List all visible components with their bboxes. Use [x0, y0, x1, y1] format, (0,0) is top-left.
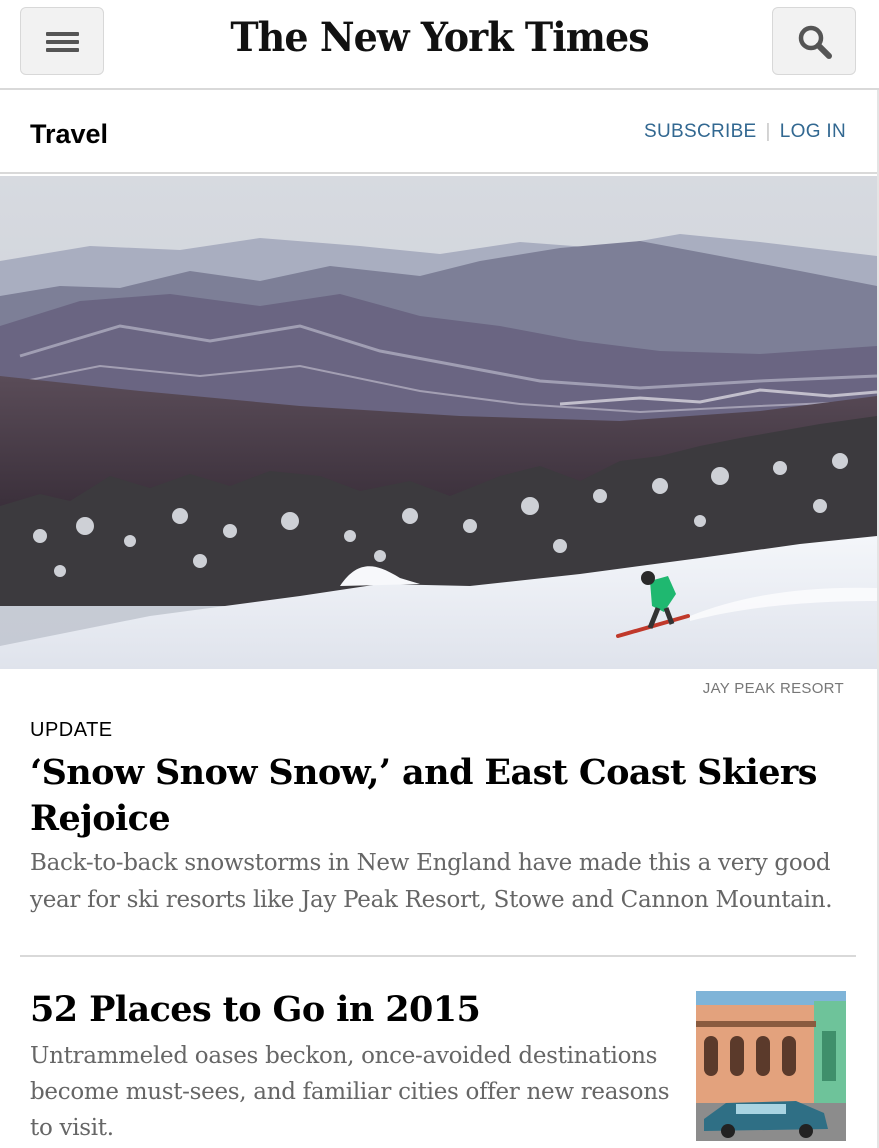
search-button[interactable] [772, 7, 856, 75]
second-story-thumbnail[interactable] [696, 991, 846, 1141]
top-bar: The New York Times [0, 0, 879, 90]
ski-mountain-photo [0, 176, 877, 669]
lead-story-image[interactable] [0, 176, 877, 669]
image-credit: JAY PEAK RESORT [702, 680, 844, 697]
account-links: SUBSCRIBE | LOG IN [644, 121, 846, 143]
lead-story-summary[interactable]: Back-to-back snowstorms in New England h… [30, 845, 850, 919]
lead-story-headline[interactable]: ‘Snow Snow Snow,’ and East Coast Skiers … [30, 750, 850, 842]
nyt-logo[interactable]: The New York Times [22, 14, 857, 61]
second-story-headline[interactable]: 52 Places to Go in 2015 [30, 988, 670, 1032]
subscribe-link[interactable]: SUBSCRIBE [644, 121, 757, 142]
havana-street-photo [696, 991, 846, 1141]
story-kicker: UPDATE [30, 719, 113, 741]
login-link[interactable]: LOG IN [780, 121, 846, 142]
section-header: Travel SUBSCRIBE | LOG IN [0, 92, 879, 174]
search-icon [798, 25, 832, 59]
second-story-summary[interactable]: Untrammeled oases beckon, once-avoided d… [30, 1038, 680, 1146]
link-separator: | [765, 121, 771, 142]
section-title[interactable]: Travel [30, 119, 108, 150]
story-divider [20, 955, 856, 957]
